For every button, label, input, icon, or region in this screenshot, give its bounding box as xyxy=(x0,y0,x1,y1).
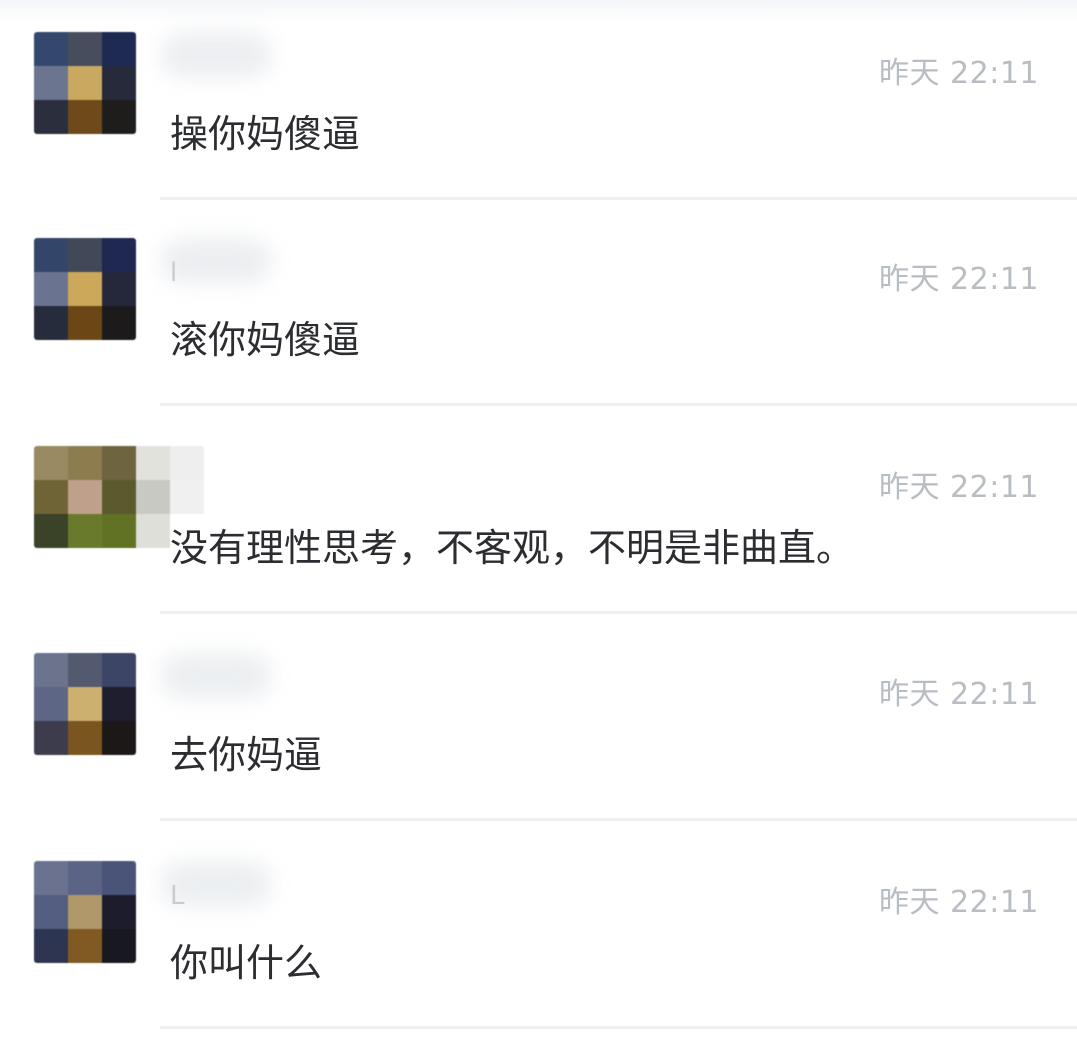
avatar-pixel xyxy=(68,721,102,755)
avatar-pixel xyxy=(34,861,68,895)
avatar[interactable] xyxy=(34,238,136,340)
comment-text: 没有理性思考，不客观，不明是非曲直。 xyxy=(170,526,855,570)
avatar-pixel xyxy=(34,514,68,548)
comment-timestamp: 昨天 22:11 xyxy=(879,885,1039,920)
comment-text: 滚你妈傻逼 xyxy=(170,318,361,362)
avatar-pixel xyxy=(136,446,170,480)
avatar-pixel xyxy=(34,929,68,963)
divider xyxy=(160,197,1077,200)
avatar-pixel xyxy=(170,446,204,480)
comment-timestamp: 昨天 22:11 xyxy=(879,56,1039,91)
avatar-pixel xyxy=(68,895,102,929)
avatar-pixel xyxy=(68,100,102,134)
divider xyxy=(160,818,1077,821)
avatar-pixel xyxy=(68,238,102,272)
comment-timestamp: 昨天 22:11 xyxy=(879,262,1039,297)
avatar-pixel xyxy=(34,687,68,721)
avatar-pixel xyxy=(102,100,136,134)
divider xyxy=(160,1026,1077,1029)
avatar[interactable] xyxy=(34,32,136,134)
avatar-pixel xyxy=(34,480,68,514)
avatar-pixel xyxy=(34,32,68,66)
avatar-pixel xyxy=(68,32,102,66)
avatar[interactable] xyxy=(34,861,136,963)
avatar-pixel xyxy=(68,446,102,480)
avatar[interactable] xyxy=(34,653,136,755)
avatar-pixel xyxy=(68,272,102,306)
avatar-pixel xyxy=(34,306,68,340)
avatar-pixel xyxy=(68,653,102,687)
avatar-pixel xyxy=(68,929,102,963)
avatar-pixel xyxy=(34,895,68,929)
blurred-username[interactable] xyxy=(160,32,272,78)
avatar-pixel xyxy=(102,895,136,929)
username-fragment: l xyxy=(170,258,178,288)
avatar-pixel xyxy=(102,929,136,963)
comment-text: 你叫什么 xyxy=(170,941,323,985)
avatar-pixel xyxy=(102,653,136,687)
comment-list: 昨天 22:11 操你妈傻逼 l 昨天 22:11 滚你妈傻逼 昨天 22:11… xyxy=(0,0,1077,1042)
avatar-pixel xyxy=(34,653,68,687)
divider xyxy=(160,611,1077,614)
avatar-pixel xyxy=(102,272,136,306)
comment-item[interactable]: l 昨天 22:11 滚你妈傻逼 xyxy=(0,206,1077,406)
avatar-pixel xyxy=(102,66,136,100)
avatar-pixel xyxy=(34,721,68,755)
avatar-pixel xyxy=(68,687,102,721)
avatar-pixel xyxy=(102,721,136,755)
comment-item[interactable]: L 昨天 22:11 你叫什么 xyxy=(0,829,1077,1029)
comment-text: 去你妈逼 xyxy=(170,733,323,777)
comment-item[interactable]: 昨天 22:11 去你妈逼 xyxy=(0,621,1077,821)
username-fragment: L xyxy=(170,881,185,911)
avatar-pixel xyxy=(34,272,68,306)
avatar-pixel xyxy=(34,100,68,134)
blurred-username[interactable] xyxy=(160,653,272,699)
avatar-pixel xyxy=(136,514,170,548)
avatar-pixel xyxy=(170,480,204,514)
avatar-pixel xyxy=(68,480,102,514)
avatar-pixel xyxy=(68,306,102,340)
divider xyxy=(160,403,1077,406)
avatar-pixel xyxy=(34,238,68,272)
comment-text: 操你妈傻逼 xyxy=(170,112,361,156)
avatar-pixel xyxy=(102,446,136,480)
avatar-pixel xyxy=(102,514,136,548)
avatar-pixel xyxy=(136,480,170,514)
comment-timestamp: 昨天 22:11 xyxy=(879,470,1039,505)
avatar-pixel xyxy=(102,480,136,514)
avatar-pixel xyxy=(102,238,136,272)
avatar-pixel xyxy=(68,66,102,100)
avatar-pixel xyxy=(102,861,136,895)
comment-item[interactable]: 昨天 22:11 操你妈傻逼 xyxy=(0,0,1077,200)
comment-timestamp: 昨天 22:11 xyxy=(879,677,1039,712)
avatar-pixel xyxy=(34,446,68,480)
avatar-pixel xyxy=(102,32,136,66)
avatar-pixel xyxy=(102,306,136,340)
avatar-pixel xyxy=(68,514,102,548)
avatar-pixel xyxy=(102,687,136,721)
avatar-pixel xyxy=(68,861,102,895)
avatar-pixel xyxy=(34,66,68,100)
comment-item[interactable]: 昨天 22:11 没有理性思考，不客观，不明是非曲直。 xyxy=(0,414,1077,614)
